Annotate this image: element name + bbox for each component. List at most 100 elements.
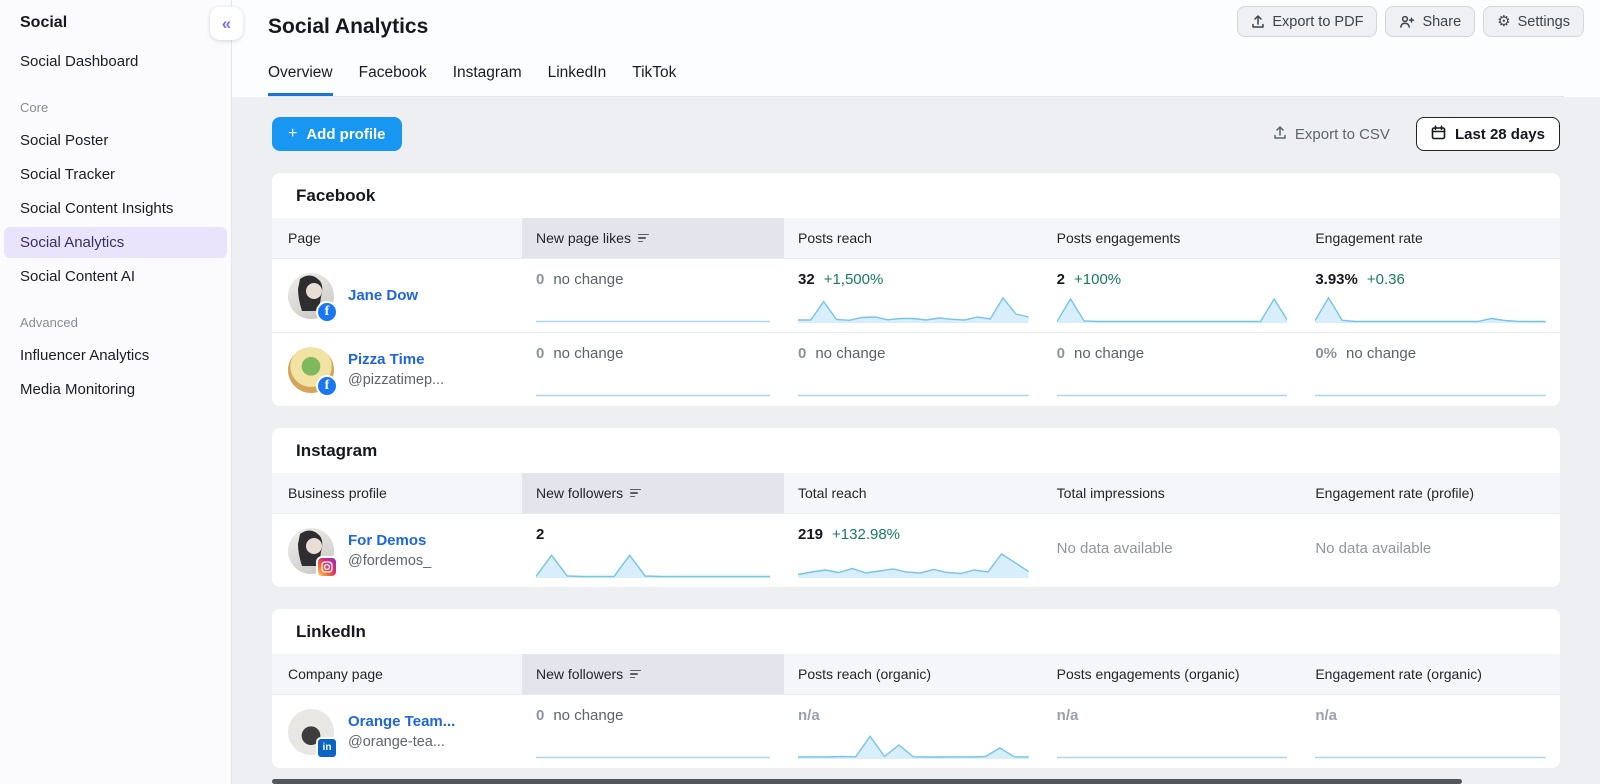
metric-change: +0.36 [1367,271,1405,288]
metric-change: +132.98% [832,526,900,543]
linkedin-table-header: Company page New followers Posts reach (… [272,654,1560,694]
sidebar-item-media-monitoring[interactable]: Media Monitoring [0,374,231,405]
sidebar-section-core: Core [0,80,231,125]
table-row: f Pizza Time @pizzatimep... 0no change 0… [272,332,1560,406]
metric-change: no change [553,271,623,288]
avatar [288,528,334,574]
sparkline [798,369,1029,397]
column-header-new-page-likes[interactable]: New page likes [522,218,784,258]
column-header-posts-reach-organic[interactable]: Posts reach (organic) [784,654,1043,694]
metric-cell-new-page-likes: 0 no change [522,259,784,332]
profile-name-link[interactable]: Orange Team... [348,712,455,732]
column-header-engagement-rate-organic[interactable]: Engagement rate (organic) [1301,654,1560,694]
profile-name-link[interactable]: Jane Dow [348,286,418,306]
profile-handle: @pizzatimep... [348,370,444,390]
sidebar-item-social-tracker[interactable]: Social Tracker [0,159,231,190]
profile-name-link[interactable]: For Demos [348,531,431,551]
metric-value: 2 [1057,271,1065,288]
profile-cell: f Jane Dow [272,259,522,332]
sparkline [536,369,770,397]
sort-icon [630,670,641,679]
avatar: f [288,273,334,319]
tab-bar: Overview Facebook Instagram LinkedIn Tik… [268,64,1564,97]
horizontal-scrollbar[interactable] [272,779,1462,784]
metric-value: 0 [536,345,544,362]
tab-linkedin[interactable]: LinkedIn [548,64,607,96]
upload-icon [1251,14,1265,29]
column-header-new-followers[interactable]: New followers [522,473,784,513]
tab-overview[interactable]: Overview [268,64,333,96]
column-header-business-profile[interactable]: Business profile [272,473,522,513]
metric-cell-engagement-rate-organic: n/a [1301,695,1560,768]
sparkline [1315,295,1546,323]
profile-handle: @fordemos_ [348,551,431,571]
sidebar-section-advanced: Advanced [0,295,231,340]
sparkline [1057,369,1288,397]
linkedin-badge-icon: in [316,737,338,759]
sparkline [1315,369,1546,397]
sparkline [798,550,1029,578]
calendar-icon [1431,125,1446,144]
sidebar-item-social-poster[interactable]: Social Poster [0,125,231,156]
metric-value: 0% [1315,345,1337,362]
export-pdf-button[interactable]: Export to PDF [1237,6,1377,37]
metric-cell-total-impressions: No data available [1043,514,1302,587]
facebook-table-header: Page New page likes Posts reach Posts en… [272,218,1560,258]
profile-cell: in Orange Team... @orange-tea... [272,695,522,768]
add-profile-button[interactable]: + Add profile [272,117,402,151]
profile-name-link[interactable]: Pizza Time [348,350,444,370]
sidebar-item-influencer-analytics[interactable]: Influencer Analytics [0,340,231,371]
sidebar-item-social-content-insights[interactable]: Social Content Insights [0,193,231,224]
column-header-page[interactable]: Page [272,218,522,258]
column-header-posts-reach[interactable]: Posts reach [784,218,1043,258]
toolbar: + Add profile Export to CSV Last 28 days [272,117,1560,151]
share-button[interactable]: Share [1385,6,1475,37]
sidebar-item-social-content-ai[interactable]: Social Content AI [0,261,231,292]
date-range-label: Last 28 days [1455,126,1545,143]
tab-tiktok[interactable]: TikTok [632,64,676,96]
column-header-total-reach[interactable]: Total reach [784,473,1043,513]
date-range-button[interactable]: Last 28 days [1416,117,1560,151]
tab-instagram[interactable]: Instagram [453,64,522,96]
no-data-label: No data available [1057,526,1288,557]
metric-value: 0 [536,271,544,288]
export-csv-label: Export to CSV [1295,126,1390,143]
facebook-badge-icon: f [316,375,338,397]
column-header-company-page[interactable]: Company page [272,654,522,694]
main-area: Social Analytics Export to PDF Share ⚙ S… [232,0,1600,768]
instagram-badge-icon [316,556,338,578]
tab-facebook[interactable]: Facebook [359,64,427,96]
sparkline [1057,295,1288,323]
column-header-engagement-rate-profile[interactable]: Engagement rate (profile) [1301,473,1560,513]
metric-change: +100% [1074,271,1121,288]
metric-cell-engagement-rate: 0%no change [1301,333,1560,406]
settings-label: Settings [1518,14,1570,30]
column-header-total-impressions[interactable]: Total impressions [1043,473,1302,513]
table-row: For Demos @fordemos_ 2 219+132.98% No da… [272,513,1560,587]
facebook-badge-icon: f [316,301,338,323]
column-header-posts-engagements[interactable]: Posts engagements [1043,218,1302,258]
linkedin-card: LinkedIn Company page New followers Post… [272,609,1560,768]
collapse-chevron-icon: « [222,14,231,34]
settings-button[interactable]: ⚙ Settings [1483,6,1584,37]
metric-cell-posts-reach-organic: n/a [784,695,1043,768]
sidebar-item-social-dashboard[interactable]: Social Dashboard [0,46,231,77]
sparkline [798,731,1029,759]
sidebar-item-social-analytics[interactable]: Social Analytics [4,227,227,258]
column-header-engagement-rate[interactable]: Engagement rate [1301,218,1560,258]
metric-value: 0 [798,345,806,362]
metric-value: 3.93% [1315,271,1358,288]
no-data-label: No data available [1315,526,1546,557]
profile-cell: For Demos @fordemos_ [272,514,522,587]
metric-value: 0 [536,707,544,724]
column-header-posts-engagements-organic[interactable]: Posts engagements (organic) [1043,654,1302,694]
sort-icon [638,234,649,243]
metric-cell-posts-engagements-organic: n/a [1043,695,1302,768]
avatar: f [288,347,334,393]
sparkline [536,550,770,578]
sidebar-collapse-button[interactable]: « [210,7,243,40]
export-csv-button[interactable]: Export to CSV [1273,125,1390,144]
sort-icon [630,489,641,498]
metric-cell-engagement-rate: 3.93% +0.36 [1301,259,1560,332]
column-header-new-followers[interactable]: New followers [522,654,784,694]
